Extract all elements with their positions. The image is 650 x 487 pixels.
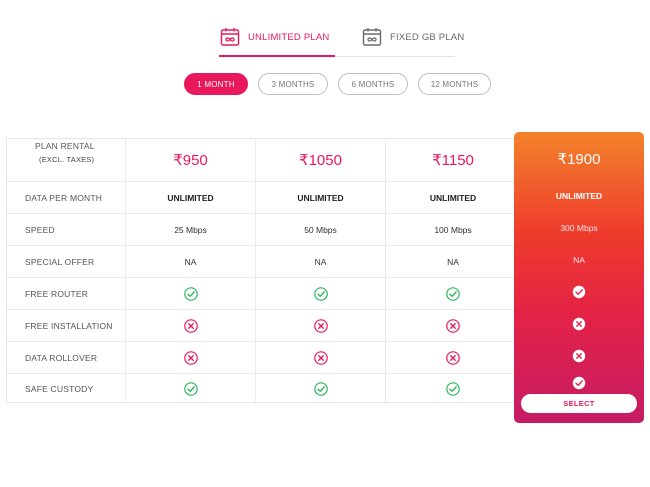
tab-unlimited-plan[interactable]: UNLIMITED PLAN (220, 22, 329, 52)
plan-1-offer: NA (125, 246, 255, 277)
plan-4-rollover (514, 340, 644, 372)
table-row: SAFE CUSTODY (7, 373, 520, 404)
table-row: FREE ROUTER (7, 277, 520, 309)
check-icon (572, 285, 586, 299)
cross-icon (572, 317, 586, 331)
tab-fixed-gb-plan[interactable]: FIXED GB PLAN (362, 22, 464, 52)
plan-type-tabs: UNLIMITED PLAN FIXED GB PLAN (213, 22, 468, 58)
plan-1-price: ₹950 (125, 139, 255, 181)
price-value: ₹1900 (557, 151, 601, 168)
calendar-infinity-icon (362, 27, 382, 47)
plan-2-rollover (255, 342, 385, 373)
plan-3-installation (385, 310, 520, 341)
plan-2-installation (255, 310, 385, 341)
table-row: DATA PER MONTH UNLIMITED UNLIMITED UNLIM… (7, 181, 520, 213)
plan-2-price: ₹1050 (255, 139, 385, 181)
duration-12-months-button[interactable]: 12 MONTHS (418, 73, 491, 95)
plan-3-price: ₹1150 (385, 139, 520, 181)
active-tab-indicator (219, 55, 335, 57)
price-value: ₹1150 (432, 152, 474, 169)
plan-4-custody (514, 372, 644, 394)
plan-4-speed: 300 Mbps (560, 223, 598, 233)
check-icon (183, 382, 198, 396)
plan-4-offer: NA (573, 255, 585, 265)
row-label-data-per-month: DATA PER MONTH (25, 192, 103, 203)
check-icon (446, 286, 460, 301)
table-row: SPEED 25 Mbps 50 Mbps 100 Mbps (7, 213, 520, 245)
plan-3-router (385, 278, 520, 309)
plan-3-speed: 100 Mbps (385, 214, 520, 245)
plan-3-custody (385, 374, 520, 404)
plan-2-speed: 50 Mbps (255, 214, 385, 245)
cross-icon (572, 349, 586, 363)
cross-icon (183, 318, 198, 333)
plan-3-offer: NA (385, 246, 520, 277)
plan-1-speed: 25 Mbps (125, 214, 255, 245)
plan-2-offer: NA (255, 246, 385, 277)
plan-1-custody (125, 374, 255, 404)
plan-1-data: UNLIMITED (125, 182, 255, 213)
price-value: ₹1050 (299, 152, 342, 169)
plan-2-router (255, 278, 385, 309)
check-icon (446, 382, 460, 396)
table-row: FREE INSTALLATION (7, 309, 520, 341)
check-icon (313, 382, 328, 396)
excl-taxes-label: (EXCL. TAXES) (39, 155, 95, 164)
check-icon (572, 376, 586, 390)
check-icon (313, 286, 328, 301)
row-label-safe-custody: SAFE CUSTODY (25, 384, 94, 394)
row-label-data-rollover: DATA ROLLOVER (25, 352, 98, 363)
row-label-free-router: FREE ROUTER (25, 288, 89, 299)
plan-3-rollover (385, 342, 520, 373)
tab-unlimited-plan-label: UNLIMITED PLAN (248, 31, 330, 43)
plan-4-installation (514, 308, 644, 340)
duration-1-month-button[interactable]: 1 MONTH (184, 73, 248, 95)
select-button[interactable]: SELECT (521, 394, 637, 413)
row-label-speed: SPEED (25, 224, 55, 235)
plan-4-data: UNLIMITED (555, 191, 603, 201)
plan-1-router (125, 278, 255, 309)
plan-4-router (514, 276, 644, 308)
table-row: SPECIAL OFFER NA NA NA (7, 245, 520, 277)
cross-icon (446, 318, 460, 333)
plan-comparison-table: PLAN RENTAL (EXCL. TAXES) ₹950 ₹1050 ₹11… (6, 138, 520, 404)
duration-6-months-button[interactable]: 6 MONTHS (338, 73, 408, 95)
row-label-free-installation: FREE INSTALLATION (25, 320, 113, 331)
row-label-special-offer: SPECIAL OFFER (25, 256, 95, 267)
cross-icon (183, 350, 198, 365)
plan-1-rollover (125, 342, 255, 373)
table-row: PLAN RENTAL (EXCL. TAXES) ₹950 ₹1050 ₹11… (7, 139, 520, 181)
row-label-plan-rental: PLAN RENTAL (EXCL. TAXES) (7, 139, 125, 181)
tab-fixed-gb-plan-label: FIXED GB PLAN (390, 31, 465, 43)
cross-icon (446, 350, 460, 365)
table-row: DATA ROLLOVER (7, 341, 520, 373)
plan-2-custody (255, 374, 385, 404)
cross-icon (313, 318, 328, 333)
plan-3-data: UNLIMITED (385, 182, 520, 213)
duration-3-months-button[interactable]: 3 MONTHS (258, 73, 328, 95)
tab-divider (335, 56, 455, 57)
check-icon (183, 286, 198, 301)
plan-1-installation (125, 310, 255, 341)
plan-2-data: UNLIMITED (255, 182, 385, 213)
price-value: ₹950 (173, 152, 208, 169)
featured-plan-column: ₹1900 UNLIMITED 300 Mbps NA SELECT (514, 132, 644, 423)
plan-4-price: ₹1900 (514, 138, 644, 180)
plan-rental-label: PLAN RENTAL (35, 141, 95, 151)
calendar-infinity-icon (220, 27, 240, 47)
cross-icon (313, 350, 328, 365)
